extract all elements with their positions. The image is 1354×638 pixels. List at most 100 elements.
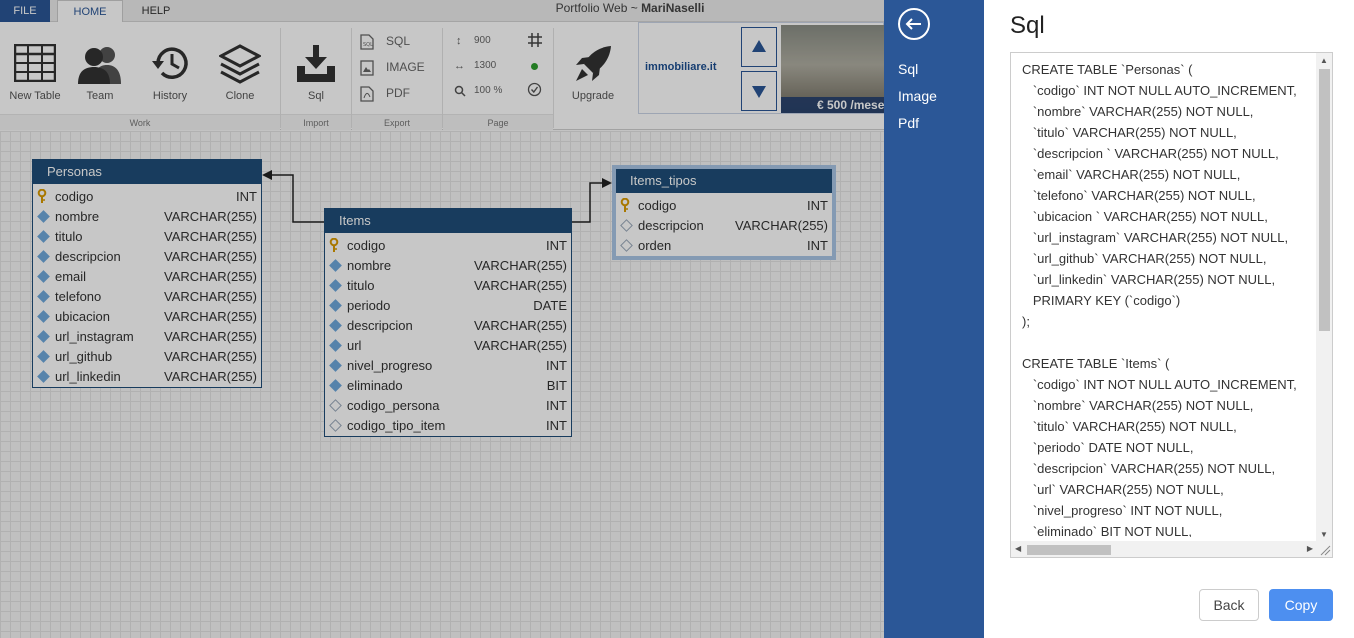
- history-button[interactable]: History: [135, 22, 205, 114]
- entity-field-row[interactable]: codigo_tipo_item INT: [325, 416, 571, 436]
- field-diamond-icon: [37, 290, 50, 303]
- diagram-canvas[interactable]: Personas codigo INT nombre VARCHAR(255) titu…: [0, 131, 884, 638]
- field-type: DATE: [533, 298, 567, 313]
- export-image-button[interactable]: IMAGE: [360, 58, 440, 76]
- entity-field-row[interactable]: codigo_persona INT: [325, 396, 571, 416]
- field-type: VARCHAR(255): [164, 309, 257, 324]
- grid-toggle[interactable]: [527, 32, 543, 53]
- ad-down-button[interactable]: [741, 71, 777, 111]
- export-modal-nav: Sql Image Pdf: [884, 0, 984, 638]
- entity-field-row[interactable]: url VARCHAR(255): [325, 336, 571, 356]
- scroll-down-icon[interactable]: ▼: [1320, 530, 1328, 540]
- field-name: titulo: [55, 229, 83, 244]
- export-sql-label: SQL: [386, 34, 411, 48]
- export-image-label: IMAGE: [386, 60, 425, 74]
- entity-field-row[interactable]: orden INT: [616, 236, 832, 256]
- scroll-up-icon[interactable]: ▲: [1320, 56, 1328, 66]
- resize-handle[interactable]: [1316, 541, 1332, 557]
- zoom-field[interactable]: 100 %: [454, 83, 524, 99]
- entity-personas[interactable]: Personas codigo INT nombre VARCHAR(255) titu…: [32, 159, 262, 388]
- entity-field-row[interactable]: email VARCHAR(255): [33, 267, 261, 287]
- entity-field-row[interactable]: url_github VARCHAR(255): [33, 347, 261, 367]
- menu-home[interactable]: HOME: [57, 0, 123, 23]
- entity-field-row[interactable]: url_linkedin VARCHAR(255): [33, 367, 261, 387]
- sql-code-textarea[interactable]: CREATE TABLE `Personas` ( `codigo` INT N…: [1010, 52, 1333, 558]
- field-empty-diamond-icon: [329, 419, 342, 432]
- page-width-field[interactable]: ↔ 1300: [454, 58, 514, 74]
- field-type: VARCHAR(255): [735, 218, 828, 233]
- field-diamond-icon: [329, 299, 342, 312]
- entity-field-row[interactable]: url_instagram VARCHAR(255): [33, 327, 261, 347]
- scroll-left-icon[interactable]: ◀: [1015, 544, 1021, 554]
- sql-code-text[interactable]: CREATE TABLE `Personas` ( `codigo` INT N…: [1022, 59, 1312, 537]
- back-button[interactable]: Back: [1199, 589, 1259, 621]
- field-name: codigo: [55, 189, 94, 204]
- entity-field-row[interactable]: descripcion VARCHAR(255): [616, 216, 832, 236]
- nav-image[interactable]: Image: [898, 86, 937, 106]
- field-name: eliminado: [347, 378, 403, 393]
- import-sql-button[interactable]: Sql: [281, 22, 351, 114]
- scroll-thumb[interactable]: [1027, 545, 1111, 555]
- group-import: Import: [281, 114, 351, 130]
- entity-field-row[interactable]: codigo INT: [616, 196, 832, 216]
- triangle-down-icon: [752, 86, 766, 98]
- nav-pdf[interactable]: Pdf: [898, 113, 919, 133]
- field-diamond-icon: [329, 359, 342, 372]
- entity-items[interactable]: Items codigo INT nombre VARCHAR(255) titulo V…: [324, 208, 572, 437]
- field-type: VARCHAR(255): [474, 318, 567, 333]
- field-type: VARCHAR(255): [164, 289, 257, 304]
- entity-field-row[interactable]: nivel_progreso INT: [325, 356, 571, 376]
- entity-field-row[interactable]: nombre VARCHAR(255): [33, 207, 261, 227]
- entity-field-row[interactable]: ubicacion VARCHAR(255): [33, 307, 261, 327]
- field-name: codigo: [638, 198, 677, 213]
- entity-items-tipos[interactable]: Items_tipos codigo INT descripcion VARCHAR(…: [612, 165, 836, 260]
- menu-file[interactable]: FILE: [0, 0, 50, 22]
- entity-field-row[interactable]: titulo VARCHAR(255): [325, 276, 571, 296]
- clone-button[interactable]: Clone: [205, 22, 275, 114]
- entity-field-row[interactable]: nombre VARCHAR(255): [325, 256, 571, 276]
- entity-field-row[interactable]: titulo VARCHAR(255): [33, 227, 261, 247]
- field-name: url: [347, 338, 362, 353]
- entity-field-row[interactable]: periodo DATE: [325, 296, 571, 316]
- vertical-scrollbar[interactable]: ▲ ▼: [1316, 53, 1332, 543]
- entity-field-row[interactable]: descripcion VARCHAR(255): [325, 316, 571, 336]
- import-icon: [297, 45, 335, 82]
- ribbon-divider: [442, 28, 443, 128]
- check-toggle[interactable]: [527, 82, 542, 102]
- entity-field-row[interactable]: codigo INT: [325, 236, 571, 256]
- field-type: VARCHAR(255): [164, 249, 257, 264]
- field-name: orden: [638, 238, 672, 253]
- scroll-thumb[interactable]: [1319, 69, 1330, 331]
- ribbon-divider: [553, 28, 554, 128]
- close-modal-button[interactable]: [898, 8, 930, 40]
- upgrade-button[interactable]: Upgrade: [557, 22, 629, 114]
- entity-field-row[interactable]: telefono VARCHAR(255): [33, 287, 261, 307]
- scroll-right-icon[interactable]: ▶: [1307, 544, 1313, 554]
- entity-field-row[interactable]: descripcion VARCHAR(255): [33, 247, 261, 267]
- field-type: VARCHAR(255): [164, 209, 257, 224]
- menu-help[interactable]: HELP: [130, 0, 182, 22]
- ad-up-button[interactable]: [741, 27, 777, 67]
- export-pdf-button[interactable]: PDF: [360, 84, 440, 102]
- export-sql-button[interactable]: SQL SQL: [360, 32, 440, 50]
- field-name: codigo: [347, 238, 386, 253]
- copy-button[interactable]: Copy: [1269, 589, 1333, 621]
- team-button[interactable]: Team: [65, 22, 135, 114]
- status-dot-icon[interactable]: [531, 63, 538, 70]
- nav-sql[interactable]: Sql: [898, 59, 918, 79]
- field-diamond-icon: [37, 350, 50, 363]
- field-type: VARCHAR(255): [474, 278, 567, 293]
- field-diamond-icon: [329, 379, 342, 392]
- new-table-button[interactable]: New Table: [0, 22, 70, 114]
- page-height-field[interactable]: ↕ 900: [454, 33, 514, 49]
- ad-banner[interactable]: immobiliare.it € 500 /mese: [638, 22, 884, 114]
- field-diamond-icon: [37, 370, 50, 383]
- entity-field-row[interactable]: codigo INT: [33, 187, 261, 207]
- rocket-icon: [576, 46, 611, 81]
- horizontal-scrollbar[interactable]: ◀ ▶: [1011, 541, 1317, 557]
- width-icon: ↔: [454, 60, 465, 72]
- field-diamond-icon: [37, 270, 50, 283]
- entity-field-row[interactable]: eliminado BIT: [325, 376, 571, 396]
- app-title: Portfolio Web ~ MariNaselli: [420, 0, 840, 16]
- field-type: VARCHAR(255): [164, 369, 257, 384]
